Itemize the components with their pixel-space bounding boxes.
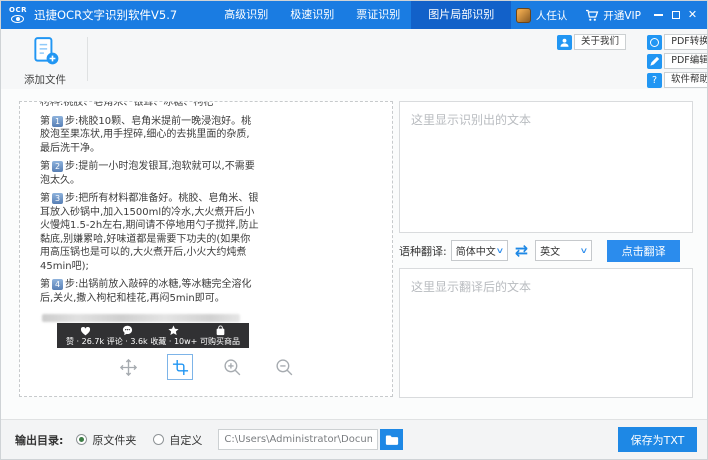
pdf-convert-label: PDF转换 [664,34,708,50]
chevron-down-icon: ∨ [580,246,589,255]
pdf-convert-button[interactable]: PDF转换 [647,34,708,50]
pencil-icon [647,54,662,69]
user-avatar[interactable] [516,8,531,23]
translated-text-area[interactable] [399,268,693,398]
translate-button[interactable]: 点击翻译 [607,240,680,262]
radio-unselected-icon [153,434,164,445]
preview-document-text: 材料:桃胶、皂角米、银耳、冰糖、枸杞 第1步:桃胶10颗、皂角米提前一晚浸泡好。… [40,101,259,310]
tab-fast-ocr[interactable]: 极速识别 [279,1,345,29]
doc-intro-line: 材料:桃胶、皂角米、银耳、冰糖、枸杞 [40,101,259,110]
favorites-stat: 收藏 · 10w+ [150,325,197,346]
doc-step-3: 第3步:把所有材料都准备好。桃胶、皂角米、银耳放入砂锅中,加入1500ml的冷水… [40,192,259,273]
save-as-txt-button[interactable]: 保存为TXT [618,427,697,452]
add-file-icon [30,36,60,69]
question-icon: ? [647,73,662,88]
software-help-button[interactable]: ? 软件帮助 [647,72,708,88]
output-bar: 输出目录: 原文件夹 自定义 保存为TXT [1,419,707,459]
image-preview-panel[interactable]: 材料:桃胶、皂角米、银耳、冰糖、枸杞 第1步:桃胶10颗、皂角米提前一晚浸泡好。… [19,101,393,397]
translate-label: 语种翻译: [399,243,447,259]
account-name[interactable]: 人任认 [536,8,568,23]
source-language-value: 简体中文 [456,243,496,258]
minimize-button[interactable] [650,1,667,29]
main-content: 材料:桃胶、皂角米、银耳、冰糖、枸杞 第1步:桃胶10颗、皂角米提前一晚浸泡好。… [1,89,707,419]
software-help-label: 软件帮助 [664,72,708,88]
cart-icon[interactable] [585,9,599,22]
add-file-button[interactable]: 添加文件 [17,36,73,87]
minimize-icon [654,14,663,16]
doc-step-4: 第4步:出锅前放入敲碎的冰糖,等冰糖完全溶化后,关火,撒入枸杞和桂花,再闷5mi… [40,278,259,305]
person-icon [557,35,572,50]
doc-step-2: 第2步:提前一小时泡发银耳,泡软就可以,不需要泡太久。 [40,160,259,187]
app-title: 迅捷OCR文字识别软件V5.7 [34,7,177,23]
step-number-badge: 1 [52,116,63,127]
toolbar-divider [87,37,88,81]
comments-stat: 评论 · 3.6k [107,325,148,346]
about-us-button[interactable]: 关于我们 [557,34,626,50]
eye-icon [11,15,24,23]
titlebar-right-cluster: 人任认 开通VIP ✕ [516,1,707,29]
zoom-in-icon [223,358,242,377]
tab-advanced-ocr[interactable]: 高级识别 [213,1,279,29]
browse-folder-button[interactable] [380,429,403,450]
comment-icon [122,325,133,336]
close-button[interactable]: ✕ [684,1,701,29]
step-number-badge: 4 [52,279,63,290]
blurred-text-line [42,314,240,322]
pdf-edit-button[interactable]: PDF编辑 [647,53,708,69]
add-file-label: 添加文件 [24,72,66,87]
shop-stat: 可购买商品 [200,325,240,346]
main-menu: 高级识别 极速识别 票证识别 图片局部识别 [213,1,511,29]
output-path-input[interactable] [218,429,378,450]
zoom-in-button[interactable] [219,354,245,380]
open-vip-button[interactable]: 开通VIP [603,8,641,23]
pan-tool-button[interactable] [115,354,141,380]
folder-icon [385,434,399,446]
swap-languages-icon[interactable]: ⇄ [515,243,528,259]
move-icon [119,358,138,377]
app-window: OCR 迅捷OCR文字识别软件V5.7 高级识别 极速识别 票证识别 图片局部识… [0,0,708,460]
step-number-badge: 3 [52,193,63,204]
zoom-out-icon [275,358,294,377]
star-icon [168,325,179,336]
tab-ticket-ocr[interactable]: 票证识别 [345,1,411,29]
stats-bar: 赞 · 26.7k 评论 · 3.6k 收藏 · 10w+ 可购买商品 [57,323,249,348]
radio-custom-label: 自定义 [169,432,202,448]
crop-tool-button[interactable] [167,354,193,380]
toolbar: 添加文件 关于我们 PDF转换 PDF编辑 ? 软件帮助 [1,29,707,90]
logo-text: OCR [9,7,27,14]
maximize-button[interactable] [667,1,684,29]
preview-toolbar [20,354,392,380]
chevron-down-icon: ∨ [495,246,504,255]
radio-custom-folder[interactable]: 自定义 [153,432,202,448]
circular-arrows-icon [647,35,662,50]
tab-image-region-ocr[interactable]: 图片局部识别 [411,1,511,29]
zoom-out-button[interactable] [271,354,297,380]
about-us-label: 关于我们 [574,34,626,50]
bag-icon [215,325,226,336]
radio-selected-icon [76,434,87,445]
likes-stat: 赞 · 26.7k [66,326,104,346]
translate-controls: 语种翻译: 简体中文 ∨ ⇄ 英文 ∨ 点击翻译 [399,239,680,262]
maximize-icon [672,11,680,19]
pdf-edit-label: PDF编辑 [664,53,708,69]
step-number-badge: 2 [52,161,63,172]
output-directory-label: 输出目录: [15,432,63,448]
radio-original-folder[interactable]: 原文件夹 [76,432,136,448]
target-language-select[interactable]: 英文 ∨ [535,240,592,261]
ocr-eye-logo-icon: OCR [9,7,27,23]
doc-step-1: 第1步:桃胶10颗、皂角米提前一晚浸泡好。桃胶泡至果冻状,用手捏碎,细心的去挑里… [40,115,259,156]
heart-icon [80,326,91,336]
recognized-text-area[interactable] [399,101,693,233]
radio-original-label: 原文件夹 [92,432,136,448]
crop-icon [172,359,189,376]
target-language-value: 英文 [540,243,560,258]
titlebar: OCR 迅捷OCR文字识别软件V5.7 高级识别 极速识别 票证识别 图片局部识… [1,1,707,29]
source-language-select[interactable]: 简体中文 ∨ [451,240,508,261]
